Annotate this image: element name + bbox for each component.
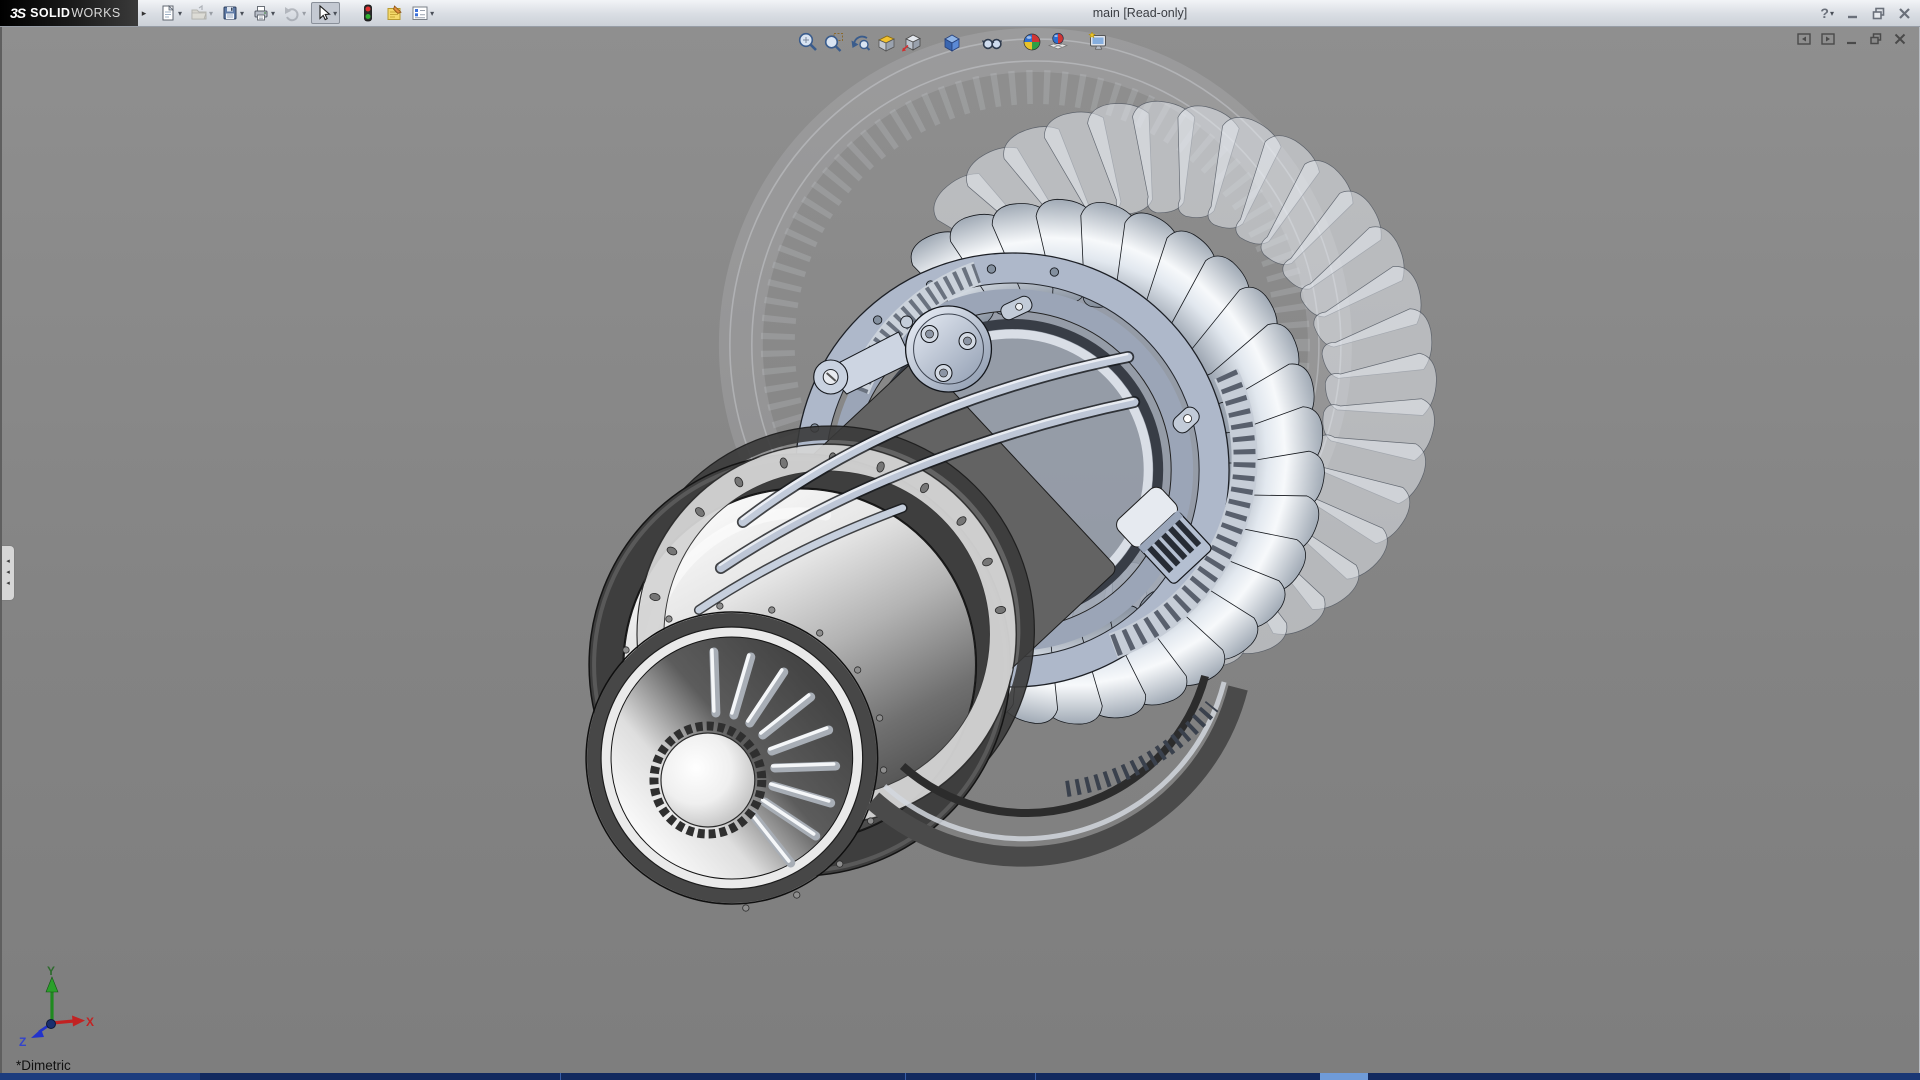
feature-manager-splitter-tab[interactable]: ◂ ◂ ◂: [2, 545, 15, 601]
dock-pane-right-icon[interactable]: [1821, 32, 1835, 46]
dropdown-caret[interactable]: ▾: [209, 9, 213, 18]
select-cursor-icon: [314, 4, 332, 22]
help-button[interactable]: ? ▾: [1820, 5, 1834, 21]
triad-origin: [47, 1020, 56, 1029]
window-controls: ? ▾: [1820, 0, 1912, 26]
display-style-icon: [941, 31, 963, 53]
appearance-ball-icon: [1021, 31, 1043, 53]
restore-document-button[interactable]: [1869, 32, 1883, 46]
brand-name-light: WORKS: [71, 6, 120, 20]
undo-arrow-icon: [283, 4, 301, 22]
restore-button[interactable]: [1871, 6, 1886, 21]
print-button[interactable]: ▾: [249, 2, 278, 24]
collapse-arrow-icon: ◂: [6, 559, 10, 565]
z-axis-label: Z: [19, 1035, 26, 1049]
graphics-viewport[interactable]: ◂ ◂ ◂: [0, 27, 1920, 1073]
y-axis-label: Y: [47, 965, 55, 978]
dropdown-caret[interactable]: ▾: [430, 9, 434, 18]
dropdown-caret[interactable]: ▾: [178, 9, 182, 18]
view-settings-icon: [1087, 31, 1109, 53]
rebuild-stoplight-button[interactable]: [356, 2, 380, 24]
section-view-icon: [875, 31, 897, 53]
undo-button[interactable]: ▾: [280, 2, 309, 24]
previous-view-button[interactable]: [847, 30, 873, 54]
options-checklist-button[interactable]: ▾: [408, 2, 437, 24]
apply-scene-button[interactable]: [1045, 30, 1071, 54]
select-tool-button[interactable]: ▾: [311, 2, 340, 24]
taskbar-segment: [1790, 1073, 1920, 1080]
zoom-to-fit-button[interactable]: [795, 30, 821, 54]
zoom-to-fit-icon: [797, 31, 819, 53]
title-bar: 3S SOLID WORKS ▸ ▾ ▾: [0, 0, 1920, 27]
edit-appearance-button[interactable]: [1019, 30, 1045, 54]
dropdown-caret[interactable]: ▾: [240, 9, 244, 18]
previous-view-icon: [849, 31, 871, 53]
note-pencil-icon: [385, 4, 403, 22]
zoom-to-area-button[interactable]: [821, 30, 847, 54]
close-document-button[interactable]: [1893, 32, 1907, 46]
new-document-icon: [159, 4, 177, 22]
y-axis-arrowhead: [46, 977, 58, 992]
view-orientation-icon: [901, 31, 923, 53]
collapse-arrow-icon: ◂: [6, 570, 10, 576]
open-button[interactable]: ▾: [187, 2, 216, 24]
x-axis-arrowhead: [72, 1016, 85, 1027]
edit-note-button[interactable]: [382, 2, 406, 24]
document-title: main [Read-only]: [1093, 6, 1188, 20]
view-orientation-label: *Dimetric: [16, 1058, 71, 1073]
taskbar-separator: [905, 1073, 906, 1080]
save-button[interactable]: ▾: [218, 2, 247, 24]
dropdown-caret[interactable]: ▾: [271, 9, 275, 18]
checklist-icon: [411, 4, 429, 22]
taskbar-sliver: [0, 1073, 1920, 1080]
save-floppy-icon: [221, 4, 239, 22]
minimize-document-button[interactable]: [1845, 32, 1859, 46]
main-toolbar: ▾ ▾ ▾ ▾: [156, 2, 437, 24]
brand-name-bold: SOLID: [30, 6, 70, 20]
zoom-to-area-icon: [823, 31, 845, 53]
engine-3d-model[interactable]: [2, 27, 1919, 1073]
solidworks-logo: 3S SOLID WORKS: [0, 0, 138, 26]
view-settings-button[interactable]: [1085, 30, 1111, 54]
taskbar-separator: [560, 1073, 561, 1080]
taskbar-separator: [1035, 1073, 1036, 1080]
taskbar-segment: [1320, 1073, 1368, 1080]
close-button[interactable]: [1897, 6, 1912, 21]
view-orientation-button[interactable]: [899, 30, 925, 54]
brand-mark: 3S: [10, 5, 25, 21]
dropdown-caret[interactable]: ▾: [1830, 9, 1834, 18]
heads-up-view-toolbar: [795, 30, 1111, 54]
apply-scene-icon: [1047, 31, 1069, 53]
minimize-button[interactable]: [1845, 6, 1860, 21]
dock-pane-left-icon[interactable]: [1797, 32, 1811, 46]
document-window-controls: [1797, 32, 1907, 46]
dropdown-caret[interactable]: ▾: [333, 9, 337, 18]
menu-flyout-arrow-icon[interactable]: ▸: [138, 0, 150, 26]
stoplight-icon: [359, 4, 377, 22]
section-view-button[interactable]: [873, 30, 899, 54]
collapse-arrow-icon: ◂: [6, 581, 10, 587]
open-folder-icon: [190, 4, 208, 22]
display-style-button[interactable]: [939, 30, 965, 54]
taskbar-segment: [0, 1073, 200, 1080]
new-document-button[interactable]: ▾: [156, 2, 185, 24]
print-icon: [252, 4, 270, 22]
reference-triad[interactable]: Y X Z: [10, 965, 94, 1053]
dropdown-caret[interactable]: ▾: [302, 9, 306, 18]
x-axis-label: X: [86, 1015, 94, 1029]
hide-show-items-button[interactable]: [979, 30, 1005, 54]
help-icon: ?: [1820, 5, 1829, 21]
eyeglasses-icon: [981, 31, 1003, 53]
